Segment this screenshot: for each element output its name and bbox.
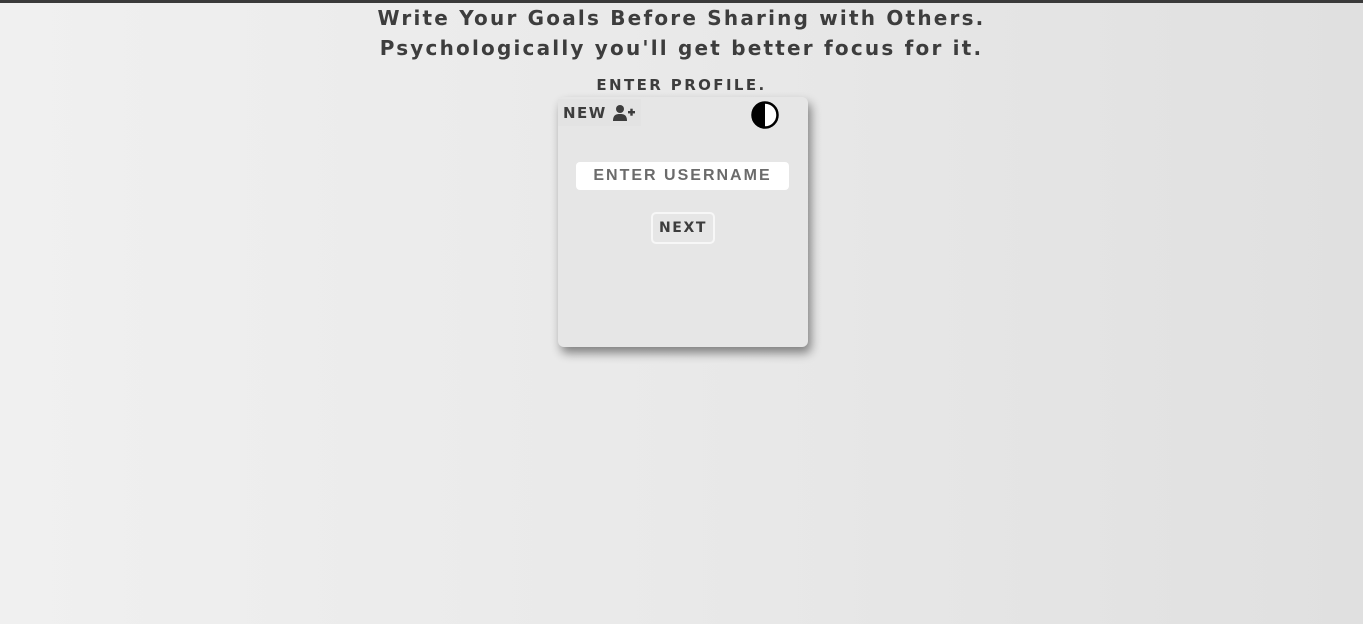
headline-line-2: Psychologically you'll get better focus …: [379, 36, 984, 60]
new-profile-button[interactable]: NEW: [558, 99, 641, 126]
headline-line-1: Write Your Goals Before Sharing with Oth…: [377, 6, 986, 30]
next-button[interactable]: NEXT: [651, 212, 715, 244]
new-profile-label: NEW: [563, 103, 607, 122]
username-input[interactable]: [576, 162, 789, 190]
contrast-icon: [751, 101, 779, 129]
theme-toggle-button[interactable]: [751, 101, 779, 129]
profile-card: NEW NEXT: [558, 97, 808, 347]
section-label: ENTER PROFILE.: [596, 76, 767, 94]
user-plus-icon: [612, 104, 635, 122]
